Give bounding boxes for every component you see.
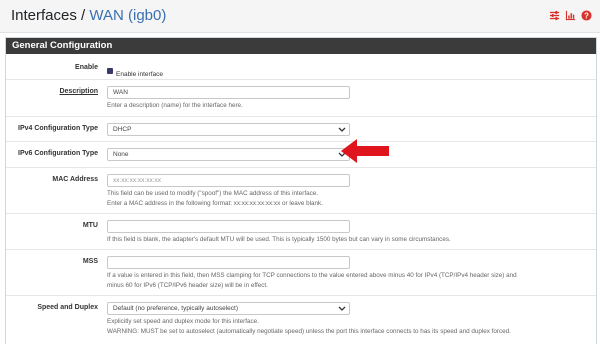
mss-input[interactable] bbox=[107, 256, 350, 269]
speed-duplex-select[interactable]: Default (no preference, typically autose… bbox=[107, 302, 350, 315]
mac-address-input[interactable]: xx:xx:xx:xx:xx:xx bbox=[107, 174, 350, 187]
mac-row: MAC Address xx:xx:xx:xx:xx:xx This field… bbox=[6, 168, 596, 214]
ipv4-select[interactable]: DHCP bbox=[107, 123, 350, 136]
mtu-input[interactable] bbox=[107, 220, 350, 233]
mss-help-2: minus 60 for IPv6 (TCP/IPv6 header size)… bbox=[107, 281, 268, 289]
mtu-help: If this field is blank, the adapter's de… bbox=[107, 236, 451, 243]
breadcrumb-current[interactable]: WAN (igb0) bbox=[89, 7, 166, 24]
ipv4-selected: DHCP bbox=[113, 126, 132, 133]
speed-duplex-label: Speed and Duplex bbox=[37, 304, 98, 311]
mtu-label: MTU bbox=[82, 222, 98, 229]
red-arrow-annotation bbox=[341, 139, 389, 163]
speed-duplex-selected: Default (no preference, typically autose… bbox=[113, 305, 239, 312]
enable-label: Enable bbox=[75, 64, 98, 71]
ipv6-row: IPv6 Configuration Type None bbox=[6, 142, 596, 168]
mss-help-1: If a value is entered in this field, the… bbox=[107, 272, 517, 279]
breadcrumb: Interfaces / WAN (igb0) bbox=[11, 7, 166, 24]
mac-help-2: Enter a MAC address in the following for… bbox=[107, 199, 323, 207]
speed-duplex-row: Speed and Duplex Default (no preference,… bbox=[6, 296, 596, 344]
ipv6-label: IPv6 Configuration Type bbox=[18, 150, 98, 157]
speed-duplex-help-1: Explicitly set speed and duplex mode for… bbox=[107, 318, 259, 325]
chevron-down-icon bbox=[338, 127, 346, 132]
enable-checkbox-wrapper: Enable interface bbox=[107, 63, 163, 81]
description-label: Description bbox=[59, 88, 98, 95]
chevron-down-icon bbox=[338, 306, 346, 311]
description-input[interactable]: WAN bbox=[107, 86, 350, 99]
sliders-icon[interactable] bbox=[549, 10, 560, 21]
description-row: Description WAN Enter a description (nam… bbox=[6, 80, 596, 117]
ipv4-row: IPv4 Configuration Type DHCP bbox=[6, 117, 596, 142]
svg-text:?: ? bbox=[584, 11, 589, 20]
panel-title: General Configuration bbox=[6, 38, 596, 54]
ipv6-selected: None bbox=[113, 151, 129, 158]
bar-chart-icon[interactable] bbox=[565, 10, 576, 21]
enable-checkbox[interactable] bbox=[107, 67, 113, 74]
mac-label: MAC Address bbox=[52, 176, 98, 183]
enable-checkbox-label[interactable]: Enable interface bbox=[116, 71, 163, 78]
breadcrumb-separator: / bbox=[81, 7, 86, 24]
mss-label: MSS bbox=[82, 258, 98, 265]
speed-duplex-help-2: WARNING: MUST be set to autoselect (auto… bbox=[107, 327, 511, 335]
description-help: Enter a description (name) for the inter… bbox=[107, 102, 243, 109]
mac-help-1: This field can be used to modify ("spoof… bbox=[107, 190, 318, 197]
ipv6-select[interactable]: None bbox=[107, 148, 350, 161]
help-icon[interactable]: ? bbox=[581, 10, 592, 21]
breadcrumb-parent[interactable]: Interfaces bbox=[11, 7, 77, 24]
general-configuration-panel: General Configuration Enable Enable inte… bbox=[5, 37, 597, 344]
header-icon-bar: ? bbox=[549, 10, 592, 21]
ipv4-label: IPv4 Configuration Type bbox=[18, 125, 98, 132]
enable-row: Enable Enable interface bbox=[6, 54, 596, 80]
mtu-row: MTU If this field is blank, the adapter'… bbox=[6, 214, 596, 250]
page-header: Interfaces / WAN (igb0) ? bbox=[0, 0, 600, 33]
mss-row: MSS If a value is entered in this field,… bbox=[6, 250, 596, 296]
